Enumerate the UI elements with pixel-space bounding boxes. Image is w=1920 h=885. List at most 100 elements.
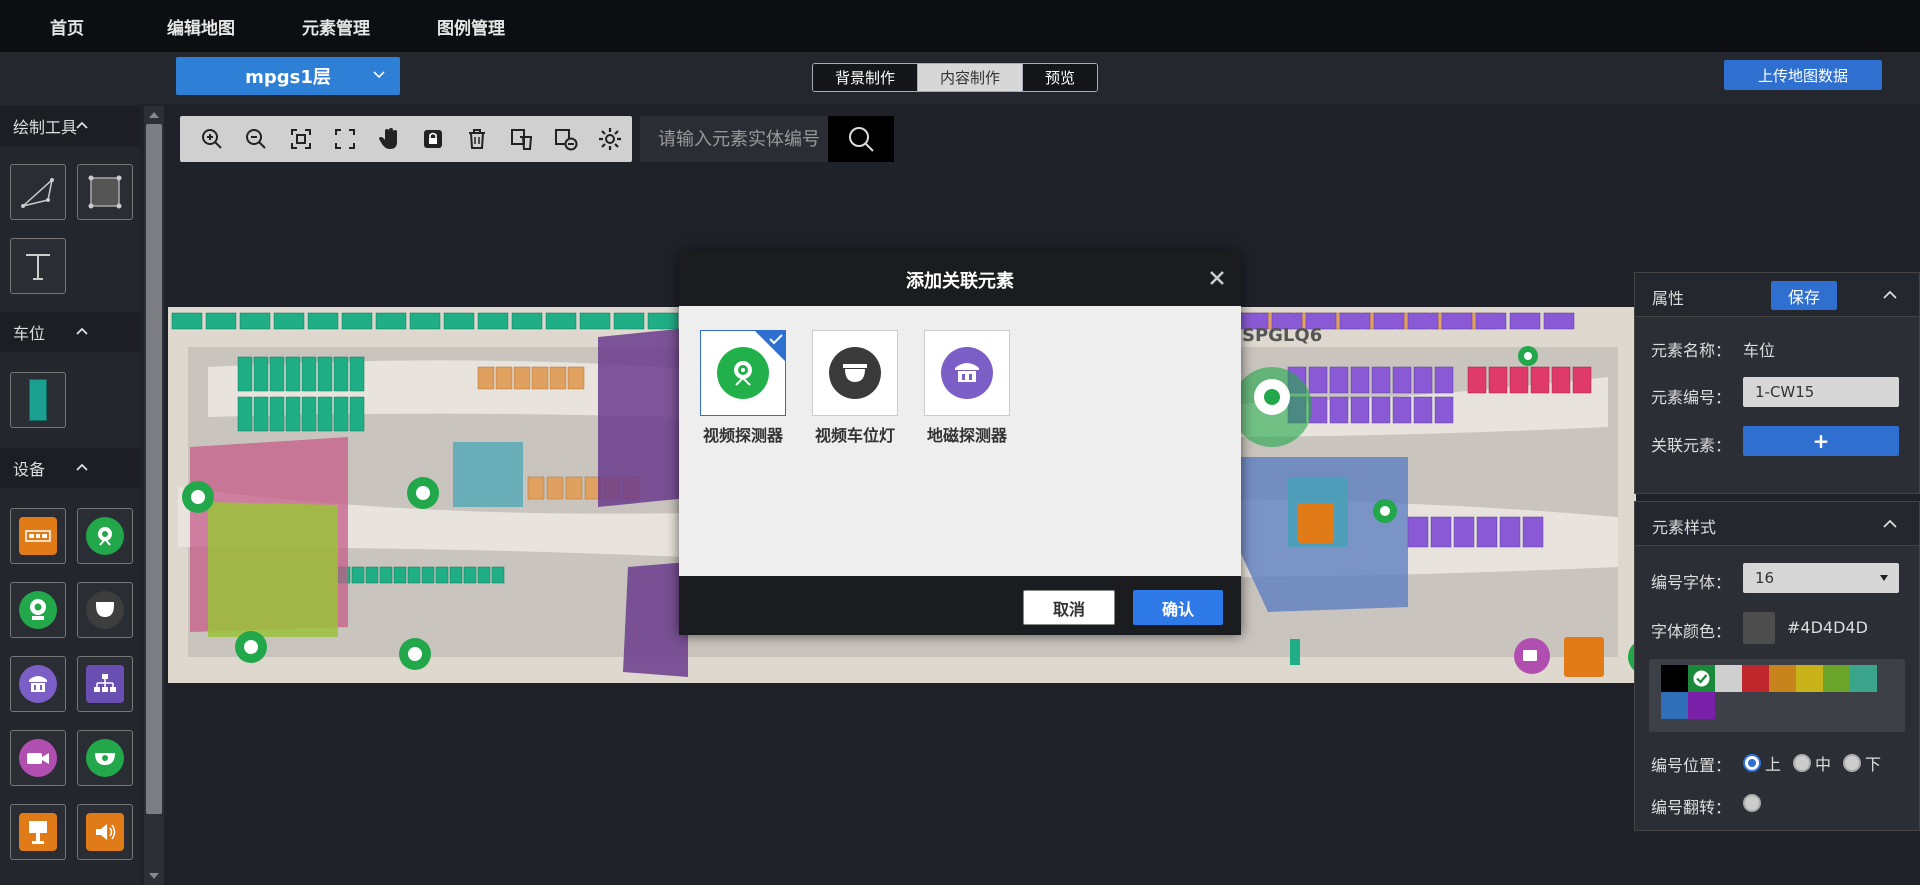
palette-swatch[interactable] xyxy=(1715,665,1742,692)
fullscreen-icon xyxy=(334,129,355,149)
dome-camera-icon xyxy=(86,739,124,777)
scroll-up-icon[interactable] xyxy=(148,110,160,120)
video-detector-icon xyxy=(86,517,124,555)
parking-stall xyxy=(1329,396,1349,424)
lock-button[interactable] xyxy=(411,116,455,162)
fullscreen-button[interactable] xyxy=(323,116,367,162)
chevron-up-icon xyxy=(76,463,88,471)
parking-stall xyxy=(1509,366,1529,394)
add-linked-element-button[interactable]: + xyxy=(1743,426,1899,456)
palette-swatch[interactable] xyxy=(1742,665,1769,692)
tab-preview[interactable]: 预览 xyxy=(1023,64,1098,91)
parking-stall xyxy=(285,396,301,432)
position-bottom-radio[interactable]: 下 xyxy=(1843,751,1881,775)
zoom-out-button[interactable] xyxy=(234,116,278,162)
cancel-button[interactable]: 取消 xyxy=(1023,590,1115,625)
fit-view-button[interactable] xyxy=(278,116,322,162)
geomagnetic-detector-button[interactable] xyxy=(10,656,66,712)
palette-swatch[interactable] xyxy=(1850,665,1877,692)
section-devices[interactable]: 设备 xyxy=(0,448,140,488)
palette-swatch[interactable] xyxy=(1796,665,1823,692)
position-middle-radio[interactable]: 中 xyxy=(1793,751,1831,775)
zoom-in-button[interactable] xyxy=(190,116,234,162)
plus-icon: + xyxy=(1812,429,1830,453)
palette-swatch[interactable] xyxy=(1688,665,1715,692)
dome-camera-button[interactable] xyxy=(77,730,133,786)
element-search xyxy=(640,116,894,162)
element-code-field[interactable]: 1-CW15 xyxy=(1743,377,1899,407)
text-tool-button[interactable] xyxy=(10,238,66,294)
draw-toolbar xyxy=(180,116,632,162)
speaker-button[interactable] xyxy=(77,804,133,860)
element-search-input[interactable] xyxy=(640,116,828,162)
geomagnetic-detector-card[interactable] xyxy=(924,330,1010,416)
element-code-label: 元素编号： xyxy=(1651,388,1732,407)
parking-stall xyxy=(527,476,545,500)
network-device-button[interactable] xyxy=(77,656,133,712)
parking-stall xyxy=(435,566,449,584)
parking-stall xyxy=(1572,366,1592,394)
search-button[interactable] xyxy=(828,116,894,162)
scroll-down-icon[interactable] xyxy=(148,871,160,881)
palette-swatch[interactable] xyxy=(1769,665,1796,692)
nav-legend-management[interactable]: 图例管理 xyxy=(437,14,505,39)
chevron-up-icon[interactable] xyxy=(1883,290,1897,300)
lock-icon xyxy=(424,130,443,148)
palette-swatch[interactable] xyxy=(1688,692,1715,719)
parking-stall xyxy=(307,312,339,330)
nav-edit-map[interactable]: 编辑地图 xyxy=(167,14,235,39)
confirm-button[interactable]: 确认 xyxy=(1133,590,1223,625)
close-icon[interactable] xyxy=(1209,270,1225,286)
font-color-swatch[interactable] xyxy=(1743,612,1775,644)
copy-delete-icon xyxy=(510,129,532,150)
delete-copy-button[interactable] xyxy=(499,116,543,162)
parking-stall xyxy=(565,476,583,500)
rectangle-tool-button[interactable] xyxy=(77,164,133,220)
font-color-value: #4D4D4D xyxy=(1787,618,1868,637)
parking-stall xyxy=(1339,312,1371,330)
guidance-screen-button[interactable] xyxy=(10,804,66,860)
chevron-up-icon[interactable] xyxy=(1883,519,1897,529)
parking-light-button[interactable] xyxy=(77,582,133,638)
section-parking[interactable]: 车位 xyxy=(0,312,140,352)
palette-swatch[interactable] xyxy=(1661,665,1688,692)
floor-select[interactable]: mpgs1层 xyxy=(176,57,400,95)
delete-button[interactable] xyxy=(455,116,499,162)
scrollbar-thumb[interactable] xyxy=(146,124,162,814)
section-draw-tools[interactable]: 绘制工具 xyxy=(0,106,140,146)
video-detector-card[interactable] xyxy=(700,330,786,416)
settings-button[interactable] xyxy=(588,116,632,162)
parking-stall xyxy=(1499,516,1521,548)
polyline-tool-button[interactable] xyxy=(10,164,66,220)
video-detector-button[interactable] xyxy=(77,508,133,564)
radio-dot xyxy=(1843,754,1862,772)
tab-content[interactable]: 内容制作 xyxy=(918,64,1024,91)
nav-element-management[interactable]: 元素管理 xyxy=(302,14,370,39)
camera-detector-button[interactable] xyxy=(10,582,66,638)
barrier-gate-button[interactable] xyxy=(10,508,66,564)
left-tool-panel: 绘制工具 车位 设备 xyxy=(0,104,140,885)
nav-home[interactable]: 首页 xyxy=(50,14,84,39)
parking-stall xyxy=(443,312,475,330)
parking-stall xyxy=(579,312,611,330)
parking-stall xyxy=(341,312,373,330)
pan-button[interactable] xyxy=(367,116,411,162)
video-parking-light-card[interactable] xyxy=(812,330,898,416)
guidance-screen-icon xyxy=(19,813,57,851)
position-top-radio[interactable]: 上 xyxy=(1743,751,1781,775)
parking-stall xyxy=(491,566,505,584)
palette-swatch[interactable] xyxy=(1661,692,1688,719)
palette-swatch[interactable] xyxy=(1823,665,1850,692)
remove-layer-button[interactable] xyxy=(544,116,588,162)
parking-stall xyxy=(333,396,349,432)
font-size-select[interactable]: 16 xyxy=(1743,563,1899,593)
code-flip-toggle[interactable] xyxy=(1743,794,1761,812)
upload-map-data-button[interactable]: 上传地图数据 xyxy=(1724,60,1882,90)
parking-stall xyxy=(546,476,564,500)
tab-background[interactable]: 背景制作 xyxy=(813,64,919,91)
left-panel-scrollbar[interactable] xyxy=(144,106,164,885)
parking-space-button[interactable] xyxy=(10,372,66,428)
save-button[interactable]: 保存 xyxy=(1771,281,1837,310)
camera-purple-button[interactable] xyxy=(10,730,66,786)
parking-stall xyxy=(477,312,509,330)
